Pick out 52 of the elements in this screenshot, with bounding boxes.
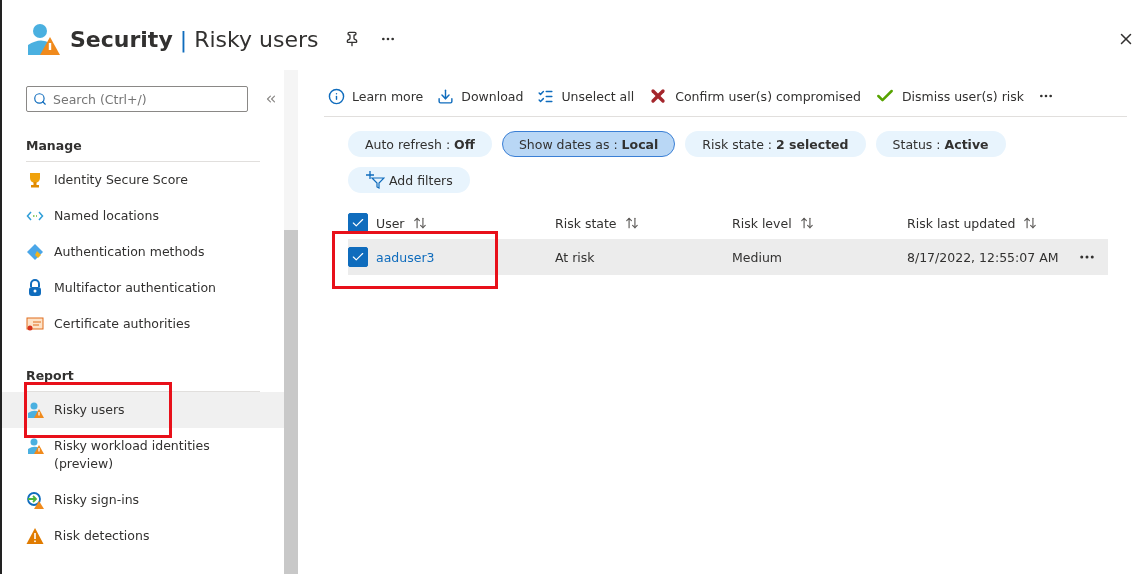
warning-icon bbox=[26, 527, 44, 545]
nav-item[interactable]: Risky workload identities (preview) bbox=[2, 428, 284, 482]
select-all-checkbox[interactable] bbox=[348, 213, 368, 233]
user-warning-icon bbox=[26, 437, 44, 455]
table-cell: At risk bbox=[555, 249, 595, 265]
column-header[interactable]: Risk state bbox=[555, 215, 617, 231]
sort-icon[interactable] bbox=[799, 216, 814, 230]
nav-item[interactable]: Named locations bbox=[2, 198, 284, 234]
sort-icon[interactable] bbox=[624, 216, 639, 230]
nav-item[interactable]: Risky users bbox=[2, 392, 284, 428]
nav-item[interactable]: Risk detections bbox=[2, 518, 284, 554]
download-icon bbox=[437, 87, 455, 105]
nav-item[interactable]: Multifactor authentication bbox=[2, 270, 284, 306]
toolbar-button[interactable]: Unselect all bbox=[537, 87, 635, 105]
column-header[interactable]: Risk level bbox=[732, 215, 792, 231]
table-cell: Medium bbox=[732, 249, 782, 265]
filter-pill[interactable]: Risk state : 2 selected bbox=[685, 131, 866, 157]
certificate-icon bbox=[26, 315, 44, 333]
add-filters-button[interactable]: Add filters bbox=[348, 167, 470, 193]
filter-pill[interactable]: Show dates as : Local bbox=[501, 131, 676, 157]
sort-icon[interactable] bbox=[1023, 216, 1038, 230]
lock-icon bbox=[26, 279, 44, 297]
sort-icon[interactable] bbox=[412, 216, 427, 230]
collapse-icon[interactable] bbox=[264, 92, 278, 106]
sign-in-warning-icon bbox=[26, 491, 44, 509]
diamond-icon bbox=[26, 243, 44, 261]
user-warning-icon bbox=[26, 401, 44, 419]
toolbar-button[interactable]: Confirm user(s) compromised bbox=[648, 86, 861, 106]
nav-item[interactable]: Authentication methods bbox=[2, 234, 284, 270]
add-filter-icon bbox=[365, 171, 385, 189]
table-row[interactable]: aaduser3 At risk Medium 8/17/2022, 12:55:07 AM bbox=[348, 239, 1108, 275]
nav-item[interactable]: Risky sign-ins bbox=[2, 482, 284, 518]
row-checkbox[interactable] bbox=[348, 247, 368, 267]
page-title: Security | Risky users bbox=[70, 26, 319, 52]
section-heading: Manage bbox=[26, 138, 260, 162]
search-field[interactable]: Search (Ctrl+/) bbox=[26, 86, 248, 112]
toolbar-button[interactable]: Learn more bbox=[328, 87, 424, 105]
filter-pill[interactable]: Auto refresh : Off bbox=[348, 131, 492, 157]
toolbar-button[interactable]: Download bbox=[437, 87, 524, 105]
nav-item[interactable]: Identity Secure Score bbox=[2, 162, 284, 198]
toolbar-button[interactable]: Dismiss user(s) risk bbox=[874, 86, 1025, 106]
column-header[interactable]: User bbox=[376, 215, 405, 231]
check-icon bbox=[351, 216, 365, 230]
nav-item[interactable]: Certificate authorities bbox=[2, 306, 284, 342]
info-icon bbox=[328, 87, 345, 105]
user-link[interactable]: aaduser3 bbox=[376, 249, 435, 265]
scrollbar[interactable] bbox=[284, 70, 298, 574]
check-icon bbox=[351, 250, 365, 264]
filter-pill[interactable]: Status : Active bbox=[875, 131, 1006, 157]
search-icon bbox=[33, 92, 47, 106]
table-cell: 8/17/2022, 12:55:07 AM bbox=[907, 249, 1059, 265]
column-header[interactable]: Risk last updated bbox=[907, 215, 1016, 231]
